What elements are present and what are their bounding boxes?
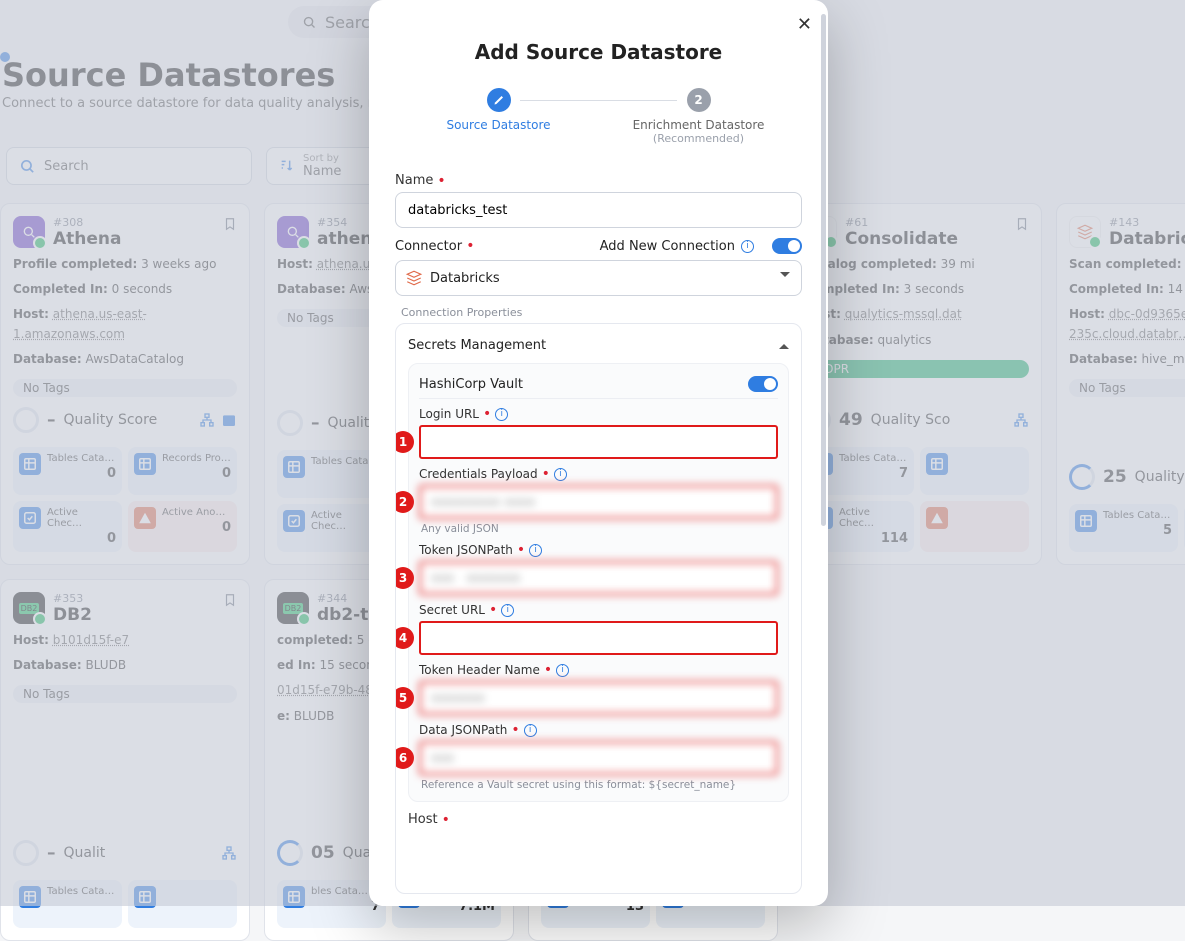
vault-input-6[interactable] bbox=[419, 741, 778, 775]
close-icon[interactable]: ✕ bbox=[797, 14, 812, 35]
secrets-mgmt-title: Secrets Management bbox=[408, 338, 546, 353]
vault-input-2[interactable] bbox=[419, 485, 778, 519]
add-new-connection-label: Add New Connection bbox=[600, 239, 735, 254]
vault-input-5[interactable] bbox=[419, 681, 778, 715]
step-badge: 6 bbox=[395, 747, 414, 769]
pencil-icon bbox=[493, 94, 505, 106]
vault-field-6: 6Data JSONPath•iReference a Vault secret… bbox=[419, 723, 778, 791]
step-enrichment-datastore[interactable]: 2 Enrichment Datastore (Recommended) bbox=[599, 88, 799, 145]
vault-field-4: 4Secret URL•i bbox=[419, 603, 778, 655]
vault-input-4[interactable] bbox=[419, 621, 778, 655]
step-badge: 3 bbox=[395, 567, 414, 589]
step-source-datastore[interactable]: Source Datastore bbox=[399, 88, 599, 132]
databricks-icon bbox=[405, 269, 423, 287]
field-hint: Any valid JSON bbox=[421, 523, 778, 535]
info-icon[interactable]: i bbox=[556, 664, 569, 677]
name-label: Name bbox=[395, 173, 433, 188]
info-icon[interactable]: i bbox=[741, 240, 754, 253]
info-icon[interactable]: i bbox=[501, 604, 514, 617]
info-icon[interactable]: i bbox=[554, 468, 567, 481]
info-icon[interactable]: i bbox=[529, 544, 542, 557]
connector-select[interactable]: Databricks bbox=[395, 260, 802, 296]
vault-field-5: 5Token Header Name•i bbox=[419, 663, 778, 715]
vault-field-3: 3Token JSONPath•i bbox=[419, 543, 778, 595]
field-hint: Reference a Vault secret using this form… bbox=[421, 779, 778, 791]
vault-input-1[interactable] bbox=[419, 425, 778, 459]
connection-properties-header: Connection Properties bbox=[395, 306, 802, 319]
connector-label: Connector bbox=[395, 239, 462, 254]
hashicorp-vault-label: HashiCorp Vault bbox=[419, 377, 523, 392]
hashicorp-vault-toggle[interactable] bbox=[748, 376, 778, 392]
connection-properties-panel: Secrets Management HashiCorp Vault 1Logi… bbox=[395, 323, 802, 894]
stepper: Source Datastore 2 Enrichment Datastore … bbox=[395, 88, 802, 145]
modal-title: Add Source Datastore bbox=[395, 40, 802, 64]
host-label: Host bbox=[408, 812, 438, 827]
chevron-down-icon bbox=[780, 272, 790, 282]
chevron-up-icon[interactable] bbox=[779, 339, 789, 349]
step-badge: 2 bbox=[395, 491, 414, 513]
secrets-subpanel: HashiCorp Vault 1Login URL•i2Credentials… bbox=[408, 363, 789, 802]
add-new-connection-toggle[interactable] bbox=[772, 238, 802, 254]
step-badge: 4 bbox=[395, 627, 414, 649]
info-icon[interactable]: i bbox=[495, 408, 508, 421]
info-icon[interactable]: i bbox=[524, 724, 537, 737]
vault-field-2: 2Credentials Payload•iAny valid JSON bbox=[419, 467, 778, 535]
step-badge: 5 bbox=[395, 687, 414, 709]
add-source-datastore-modal: ✕ Add Source Datastore Source Datastore … bbox=[369, 0, 828, 906]
modal-scrollbar[interactable] bbox=[820, 14, 828, 526]
step-badge: 1 bbox=[395, 431, 414, 453]
vault-input-3[interactable] bbox=[419, 561, 778, 595]
vault-field-1: 1Login URL•i bbox=[419, 407, 778, 459]
name-input[interactable] bbox=[395, 192, 802, 228]
